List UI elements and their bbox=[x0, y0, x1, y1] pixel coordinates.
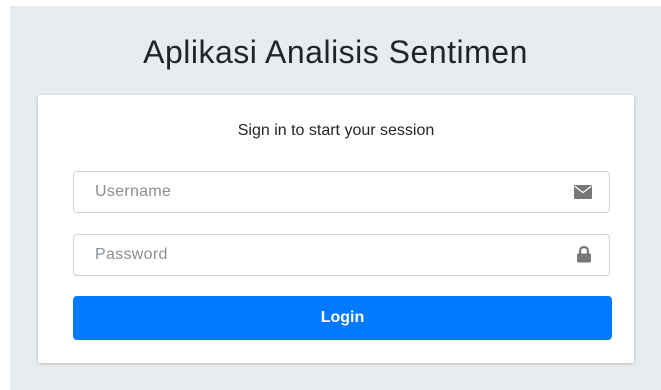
password-field-group bbox=[73, 234, 610, 276]
password-input[interactable] bbox=[74, 235, 544, 275]
login-button[interactable]: Login bbox=[73, 296, 612, 340]
login-message: Sign in to start your session bbox=[237, 122, 435, 139]
username-field-group bbox=[73, 171, 610, 213]
username-input[interactable] bbox=[74, 172, 544, 212]
login-card: Sign in to start your session Login bbox=[38, 95, 634, 363]
lock-icon bbox=[577, 246, 591, 263]
app-title: Aplikasi Analisis Sentimen bbox=[143, 34, 528, 70]
envelope-icon bbox=[574, 185, 592, 199]
